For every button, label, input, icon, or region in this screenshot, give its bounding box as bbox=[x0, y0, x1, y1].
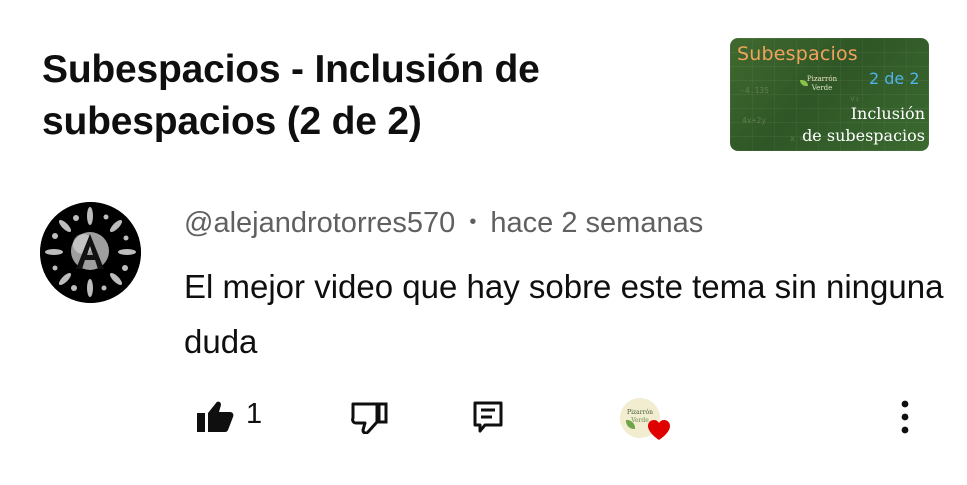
video-thumbnail[interactable]: -4.135 4x+2y x = 0 v₁ Subespacios 2 de 2… bbox=[730, 38, 929, 151]
video-header: Subespacios - Inclusión de subespacios (… bbox=[0, 0, 967, 170]
heart-icon bbox=[648, 420, 670, 440]
thumbnail-part: 2 de 2 bbox=[869, 69, 920, 88]
reply-comment-icon bbox=[473, 401, 503, 433]
reply-button[interactable] bbox=[472, 395, 506, 439]
comment-text: El mejor video que hay sobre este tema s… bbox=[184, 268, 944, 360]
thumbnail-topic-line2: de subespacios bbox=[802, 126, 925, 145]
thumbs-down-icon bbox=[351, 402, 388, 434]
creator-avatar-line1: Pizarrón bbox=[627, 409, 653, 416]
comment-timestamp: hace 2 semanas bbox=[490, 207, 704, 239]
thumbnail-heading: Subespacios bbox=[737, 43, 858, 65]
comment-meta: @alejandrotorres570 • hace 2 semanas bbox=[184, 207, 703, 240]
thumbnail-topic-line1: Inclusión bbox=[850, 104, 925, 123]
dislike-button[interactable] bbox=[351, 395, 389, 439]
vertical-dots-menu-icon bbox=[901, 400, 909, 434]
like-count: 1 bbox=[246, 397, 263, 430]
pizarron-verde-logo: Pizarrón Verde bbox=[800, 75, 844, 99]
like-button[interactable]: 1 bbox=[196, 395, 262, 439]
thumbs-up-icon bbox=[197, 401, 234, 432]
meta-separator: • bbox=[469, 211, 477, 233]
letter-a-splash-avatar-icon bbox=[40, 202, 141, 303]
comment-actions: 1 Pizarrón Verde bbox=[0, 395, 967, 445]
chalk-scribble: 4x+2y bbox=[742, 116, 767, 125]
comment-author[interactable]: @alejandrotorres570 bbox=[184, 207, 455, 239]
comment-item: @alejandrotorres570 • hace 2 semanas El … bbox=[0, 195, 967, 485]
avatar[interactable] bbox=[40, 202, 141, 303]
creator-heart: Pizarrón Verde bbox=[617, 397, 673, 445]
chalk-scribble: -4.135 bbox=[740, 86, 769, 95]
more-options-button[interactable] bbox=[893, 395, 917, 439]
video-title[interactable]: Subespacios - Inclusión de subespacios (… bbox=[42, 44, 682, 148]
chalk-scribble: v₁ bbox=[850, 94, 860, 103]
